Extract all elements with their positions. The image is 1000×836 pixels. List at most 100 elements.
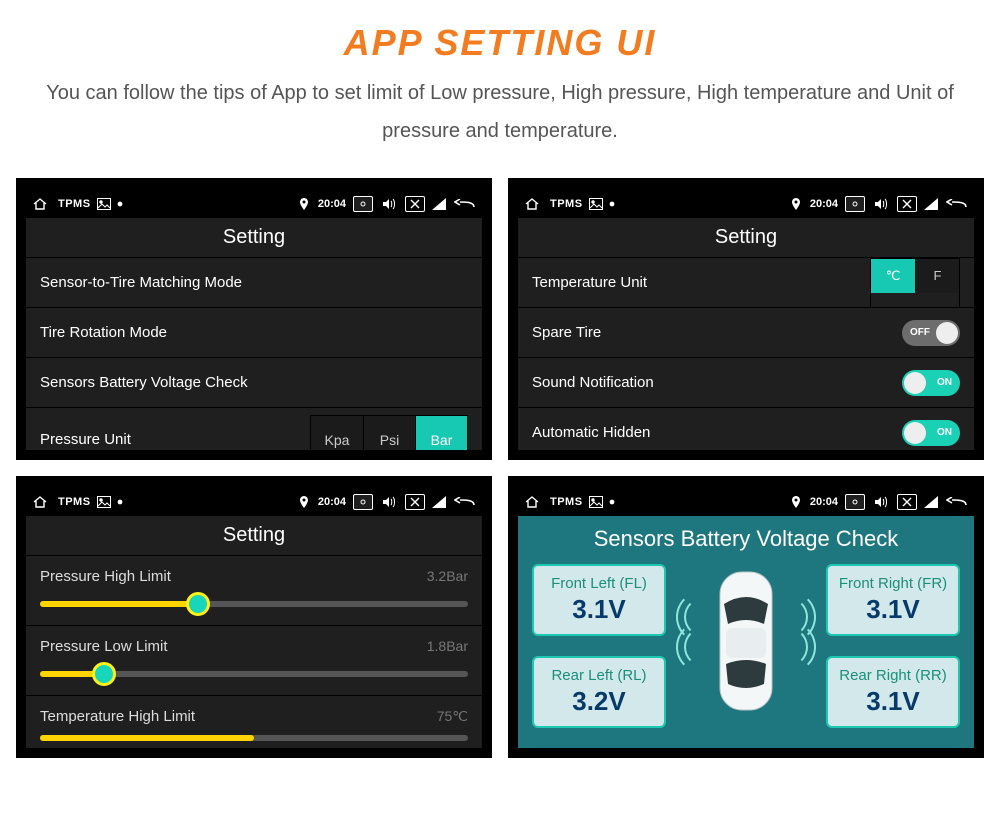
row-label: Spare Tire [532, 324, 601, 341]
card-label: Rear Right (RR) [839, 667, 947, 684]
row-tire-rotation[interactable]: Tire Rotation Mode [26, 307, 482, 357]
pressure-unit-seg: Kpa Psi Bar [310, 415, 468, 461]
status-bar: TPMS 20:04 [518, 488, 974, 516]
slider-label: Pressure High Limit [40, 568, 171, 585]
slider-track[interactable] [40, 671, 468, 677]
slider-temp-high: Temperature High Limit 75℃ [26, 695, 482, 743]
row-label: Tire Rotation Mode [40, 324, 167, 341]
opt-psi[interactable]: Psi [363, 416, 415, 461]
row-battery-check[interactable]: Sensors Battery Voltage Check [26, 357, 482, 407]
opt-fahrenheit[interactable]: F [915, 259, 959, 293]
back-icon[interactable] [946, 199, 968, 209]
pane-voltage-check: TPMS 20:04 Sensors Battery Voltage Check… [508, 476, 984, 758]
row-label: Automatic Hidden [532, 424, 650, 441]
card-value: 3.1V [866, 686, 920, 717]
signal-icon [432, 496, 446, 508]
slider-track[interactable] [40, 601, 468, 607]
switch-state: ON [937, 377, 952, 388]
card-value: 3.2V [572, 686, 626, 717]
card-value: 3.1V [866, 594, 920, 625]
row-label: Pressure Unit [40, 431, 131, 448]
card-rear-right: Rear Right (RR) 3.1V [826, 656, 960, 728]
close-icon[interactable] [405, 196, 425, 212]
status-bar: TPMS 20:04 [26, 488, 482, 516]
card-front-left: Front Left (FL) 3.1V [532, 564, 666, 636]
row-label: Sound Notification [532, 374, 654, 391]
back-icon[interactable] [454, 199, 476, 209]
image-icon [589, 198, 603, 210]
card-rear-left: Rear Left (RL) 3.2V [532, 656, 666, 728]
opt-celsius[interactable]: ℃ [871, 259, 915, 293]
volume-icon[interactable] [379, 494, 399, 510]
close-icon[interactable] [897, 494, 917, 510]
back-icon[interactable] [454, 497, 476, 507]
home-icon[interactable] [32, 197, 48, 211]
screen-title: Setting [26, 218, 482, 257]
status-time: 20:04 [318, 198, 346, 210]
home-icon[interactable] [32, 495, 48, 509]
status-time: 20:04 [318, 496, 346, 508]
opt-kpa[interactable]: Kpa [311, 416, 363, 461]
screen-title: Setting [26, 516, 482, 555]
home-icon[interactable] [524, 495, 540, 509]
pane-settings-1: TPMS 20:04 Setting Sensor-to-Tire Matchi… [16, 178, 492, 460]
slider-pressure-low: Pressure Low Limit 1.8Bar [26, 625, 482, 695]
switch-auto-hidden[interactable]: ON [902, 420, 960, 446]
back-icon[interactable] [946, 497, 968, 507]
dot-icon [609, 499, 615, 505]
slider-thumb[interactable] [186, 592, 210, 616]
opt-bar[interactable]: Bar [415, 416, 467, 461]
location-icon [299, 198, 309, 210]
signal-icon [924, 198, 938, 210]
card-front-right: Front Right (FR) 3.1V [826, 564, 960, 636]
temp-unit-seg: ℃ F [870, 258, 960, 308]
card-label: Rear Left (RL) [551, 667, 646, 684]
camera-icon[interactable] [353, 196, 373, 212]
row-sound-notification: Sound Notification ON [518, 357, 974, 407]
volume-icon[interactable] [871, 494, 891, 510]
switch-spare-tire[interactable]: OFF [902, 320, 960, 346]
row-label: Sensor-to-Tire Matching Mode [40, 274, 242, 291]
slider-track[interactable] [40, 735, 468, 741]
row-temp-unit: Temperature Unit ℃ F [518, 257, 974, 307]
slider-label: Temperature High Limit [40, 708, 195, 725]
slider-value: 75℃ [437, 708, 468, 725]
page-title: APP SETTING UI [0, 0, 1000, 74]
camera-icon[interactable] [845, 494, 865, 510]
status-bar: TPMS 20:04 [518, 190, 974, 218]
status-bar: TPMS 20:04 [26, 190, 482, 218]
slider-value: 1.8Bar [427, 638, 468, 655]
dot-icon [117, 201, 123, 207]
screen-title: Setting [518, 218, 974, 257]
status-time: 20:04 [810, 496, 838, 508]
slider-thumb[interactable] [92, 662, 116, 686]
switch-state: OFF [910, 327, 930, 338]
status-time: 20:04 [810, 198, 838, 210]
close-icon[interactable] [897, 196, 917, 212]
location-icon [791, 198, 801, 210]
signal-icon [924, 496, 938, 508]
pane-settings-2: TPMS 20:04 Setting Temperature Unit ℃ F [508, 178, 984, 460]
app-name: TPMS [58, 496, 91, 508]
slider-value: 3.2Bar [427, 568, 468, 585]
row-label: Sensors Battery Voltage Check [40, 374, 248, 391]
row-spare-tire: Spare Tire OFF [518, 307, 974, 357]
signal-waves-icon [792, 597, 816, 667]
camera-icon[interactable] [353, 494, 373, 510]
row-sensor-matching[interactable]: Sensor-to-Tire Matching Mode [26, 257, 482, 307]
close-icon[interactable] [405, 494, 425, 510]
slider-label: Pressure Low Limit [40, 638, 168, 655]
card-label: Front Right (FR) [839, 575, 947, 592]
camera-icon[interactable] [845, 196, 865, 212]
home-icon[interactable] [524, 197, 540, 211]
switch-sound[interactable]: ON [902, 370, 960, 396]
row-pressure-unit: Pressure Unit Kpa Psi Bar [26, 407, 482, 460]
location-icon [791, 496, 801, 508]
image-icon [589, 496, 603, 508]
card-value: 3.1V [572, 594, 626, 625]
volume-icon[interactable] [871, 196, 891, 212]
volume-icon[interactable] [379, 196, 399, 212]
app-name: TPMS [58, 198, 91, 210]
location-icon [299, 496, 309, 508]
slider-pressure-high: Pressure High Limit 3.2Bar [26, 555, 482, 625]
